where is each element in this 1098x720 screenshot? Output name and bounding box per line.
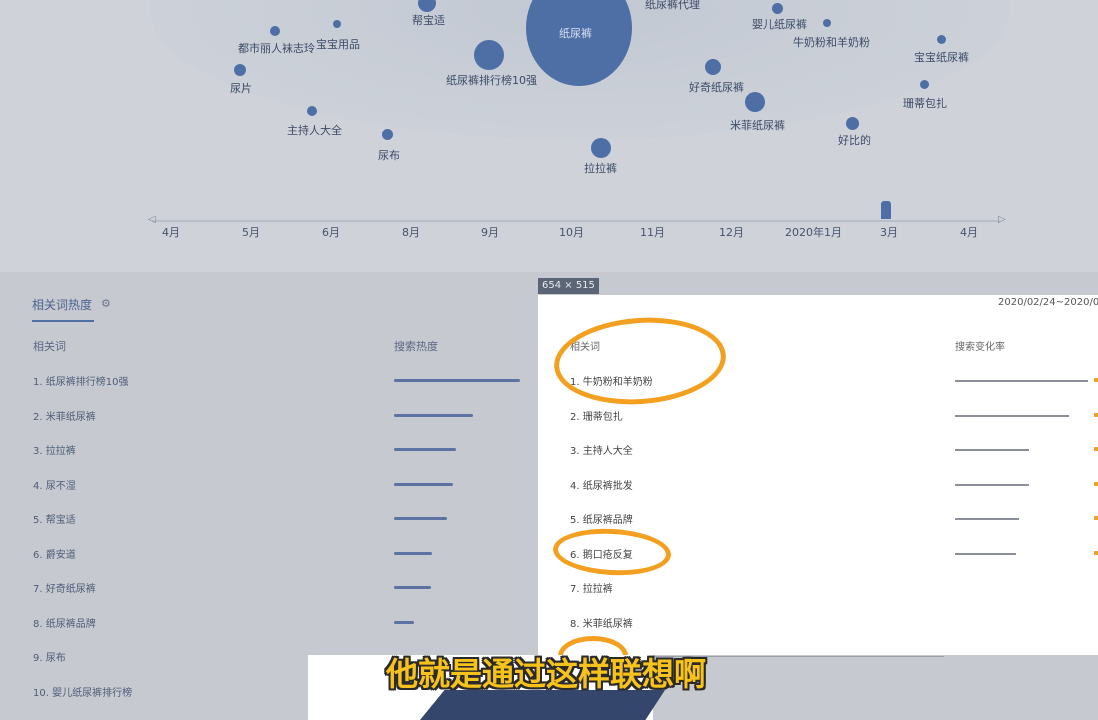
related-row-label[interactable]: 5. 帮宝适 [33, 511, 76, 526]
related-row-label[interactable]: 7. 好奇纸尿裤 [33, 580, 96, 595]
panel-row-label[interactable]: 7. 拉拉裤 [570, 580, 613, 595]
col-header-word: 相关词 [33, 340, 66, 353]
timeline-month[interactable]: 4月 [162, 224, 180, 240]
bubble-label: 纸尿裤代理 [645, 0, 700, 11]
heat-bar [394, 620, 414, 624]
bubble-label: 牛奶粉和羊奶粉 [793, 36, 870, 49]
change-bar [955, 483, 1029, 486]
bubble-point[interactable] [591, 138, 611, 158]
heat-bar [394, 379, 520, 382]
gear-icon[interactable]: ⚙ [101, 297, 111, 310]
bubble-point[interactable] [920, 80, 929, 89]
timeline-month[interactable]: 2020年1月 [785, 224, 842, 240]
change-bar [955, 552, 1016, 555]
timeline-month[interactable]: 11月 [640, 224, 665, 240]
change-indicator [1094, 412, 1098, 417]
related-row-label[interactable]: 4. 尿不湿 [33, 477, 76, 492]
related-row-label[interactable]: 9. 尿布 [33, 649, 66, 664]
bubble-label: 拉拉裤 [584, 162, 617, 175]
bubble-chart: 纸尿裤 纸尿裤代理 帮宝适 婴儿纸尿裤 都市丽人袜志玲 宝宝用品 牛奶粉和羊奶粉… [0, 0, 1098, 272]
related-row-label[interactable]: 1. 纸尿裤排行榜10强 [33, 373, 128, 388]
timeline-month[interactable]: 4月 [960, 224, 978, 240]
bubble-point[interactable] [333, 20, 341, 28]
change-bar [955, 449, 1029, 451]
bubble-point[interactable] [846, 117, 859, 130]
active-tab-underline [32, 320, 94, 322]
related-row-label[interactable]: 3. 拉拉裤 [33, 442, 76, 457]
size-badge: 654 × 515 [538, 278, 599, 294]
change-indicator [1094, 481, 1098, 486]
bubble-label: 纸尿裤 [559, 27, 592, 40]
section-title[interactable]: 相关词热度 [32, 296, 92, 313]
timeline-next-icon[interactable]: ▷ [998, 214, 1006, 225]
bubble-label: 米菲纸尿裤 [730, 119, 785, 132]
timeline-month[interactable]: 8月 [402, 224, 420, 240]
panel-row-label[interactable]: 4. 纸尿裤批发 [570, 477, 633, 492]
bubble-label: 纸尿裤排行榜10强 [446, 74, 537, 87]
bubble-label: 尿布 [378, 149, 400, 162]
heat-bar [394, 551, 432, 555]
related-row-label[interactable]: 10. 婴儿纸尿裤排行榜 [33, 684, 132, 699]
heat-bar [394, 413, 473, 417]
change-indicator [1094, 447, 1098, 451]
timeline-month[interactable]: 10月 [559, 224, 584, 240]
timeline-month[interactable]: 9月 [481, 224, 499, 240]
change-indicator [1094, 516, 1098, 520]
panel-row-label[interactable]: 3. 主持人大全 [570, 442, 633, 457]
panel-row-label[interactable]: 5. 纸尿裤品牌 [570, 511, 633, 526]
heat-bar [394, 517, 447, 520]
related-row-label[interactable]: 6. 爵安道 [33, 546, 76, 561]
date-range: 2020/02/24~2020/0 [998, 297, 1098, 308]
bubble-point[interactable] [823, 19, 831, 27]
related-row-label[interactable]: 8. 纸尿裤品牌 [33, 615, 96, 630]
heat-bar [394, 448, 456, 451]
panel-col-header-change: 搜索变化率 [955, 342, 1005, 353]
bubble-label: 尿片 [230, 82, 252, 95]
bubble-label: 好比的 [838, 134, 871, 147]
change-bar [955, 414, 1069, 417]
bubble-label: 帮宝适 [412, 14, 445, 27]
heat-bar [394, 482, 453, 486]
bubble-point[interactable] [307, 106, 317, 116]
bubble-label: 都市丽人袜志玲 [238, 42, 315, 55]
bubble-label: 宝宝用品 [316, 38, 360, 51]
change-indicator [1094, 378, 1098, 382]
timeline-month[interactable]: 5月 [242, 224, 260, 240]
bubble-point[interactable] [234, 64, 246, 76]
timeline-month[interactable]: 12月 [719, 224, 744, 240]
timeline-handle[interactable] [881, 201, 891, 219]
bubble-label: 珊蒂包扎 [903, 97, 947, 110]
bubble-point[interactable] [705, 59, 721, 75]
bubble-label: 宝宝纸尿裤 [914, 51, 969, 64]
video-subtitle: 他就是通过这样联想啊 [386, 655, 707, 693]
col-header-heat: 搜索热度 [394, 340, 438, 353]
bubble-point[interactable] [382, 129, 393, 140]
timeline-prev-icon[interactable]: ◁ [148, 214, 156, 225]
related-row-label[interactable]: 2. 米菲纸尿裤 [33, 408, 96, 423]
bubble-label: 好奇纸尿裤 [689, 81, 744, 94]
panel-row-label[interactable]: 8. 米菲纸尿裤 [570, 615, 633, 630]
bubble-point[interactable] [772, 3, 783, 14]
change-indicator [1094, 550, 1098, 555]
bubble-point[interactable] [745, 92, 765, 112]
bubble-point[interactable] [474, 40, 504, 70]
heat-bar [394, 586, 431, 589]
panel-row-label[interactable]: 2. 珊蒂包扎 [570, 408, 623, 423]
timeline-month[interactable]: 3月 [880, 224, 898, 240]
bubble-label: 主持人大全 [287, 124, 342, 137]
change-bar [955, 380, 1088, 382]
bubble-point[interactable] [937, 35, 946, 44]
change-bar [955, 518, 1019, 520]
bubble-point[interactable] [270, 26, 280, 36]
bubble-label: 婴儿纸尿裤 [752, 18, 807, 31]
timeline-track[interactable] [152, 220, 1000, 222]
timeline-month[interactable]: 6月 [322, 224, 340, 240]
